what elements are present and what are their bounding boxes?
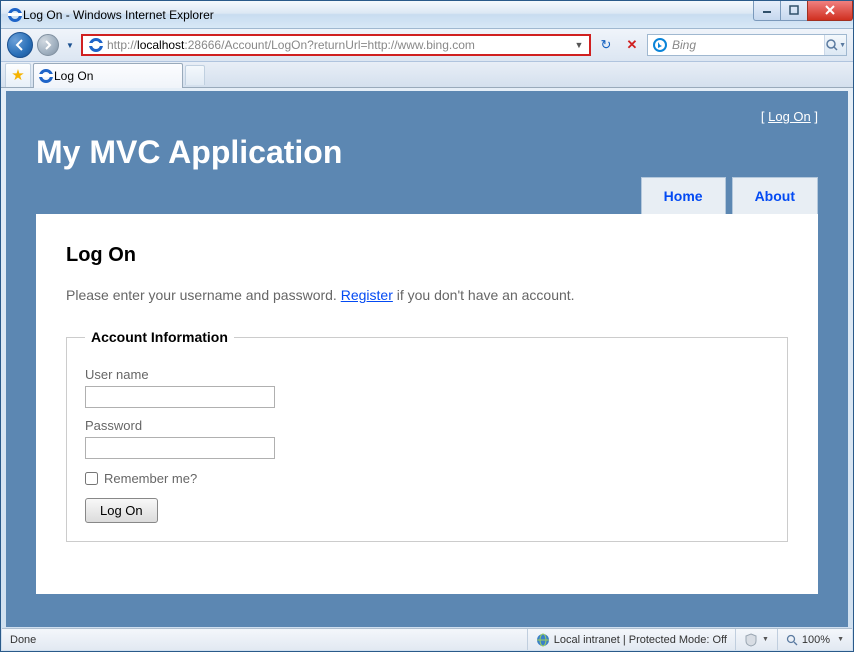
arrow-right-icon: [43, 40, 53, 50]
url-host: localhost: [137, 38, 184, 52]
bracket-close: ]: [811, 109, 818, 124]
chevron-down-icon: ▼: [762, 636, 769, 643]
chevron-down-icon: ▼: [839, 42, 846, 49]
password-label: Password: [85, 418, 769, 433]
url-text: http://localhost:28666/Account/LogOn?ret…: [107, 38, 571, 52]
remember-label: Remember me?: [104, 471, 197, 486]
minimize-icon: [762, 5, 772, 15]
remember-row: Remember me?: [85, 471, 769, 486]
search-go-button[interactable]: ▼: [824, 35, 846, 55]
page-heading: Log On: [66, 244, 788, 267]
maximize-button[interactable]: [780, 1, 808, 21]
bing-icon: [652, 37, 668, 53]
ie-icon: [7, 7, 23, 23]
back-button[interactable]: [7, 32, 33, 58]
account-fieldset: Account Information User name Password R…: [66, 329, 788, 542]
tab-title: Log On: [54, 69, 93, 83]
status-bar: Done Local intranet | Protected Mode: Of…: [2, 628, 852, 650]
new-tab-button[interactable]: [185, 65, 205, 85]
close-button[interactable]: [807, 1, 853, 21]
magnifier-icon: [825, 38, 838, 52]
register-link[interactable]: Register: [341, 287, 393, 303]
page-content: [ Log On ] My MVC Application Home About…: [6, 91, 848, 624]
zoom-text: 100%: [802, 634, 830, 646]
instruction-pre: Please enter your username and password.: [66, 287, 341, 303]
instruction-post: if you don't have an account.: [393, 287, 575, 303]
refresh-button[interactable]: ↻: [595, 34, 617, 56]
nav-menu: Home About: [36, 177, 818, 214]
favorites-button[interactable]: ★: [5, 63, 31, 87]
nav-history-dropdown[interactable]: ▼: [63, 34, 77, 56]
window-title: Log On - Windows Internet Explorer: [23, 8, 754, 22]
logon-link[interactable]: Log On: [768, 109, 811, 124]
nav-home[interactable]: Home: [641, 177, 726, 214]
magnifier-icon: [786, 634, 798, 646]
security-zone[interactable]: Local intranet | Protected Mode: Off: [527, 629, 735, 650]
browser-window: Log On - Windows Internet Explorer ▼ htt…: [0, 0, 854, 652]
refresh-icon: ↻: [601, 37, 612, 53]
status-left-text: Done: [10, 634, 36, 646]
submit-button[interactable]: Log On: [85, 498, 158, 523]
star-icon: ★: [11, 68, 24, 83]
site-title: My MVC Application: [36, 134, 818, 171]
maximize-icon: [789, 5, 799, 15]
zone-text: Local intranet | Protected Mode: Off: [554, 634, 727, 646]
username-label: User name: [85, 367, 769, 382]
minimize-button[interactable]: [753, 1, 781, 21]
shield-icon: [744, 633, 758, 647]
forward-button[interactable]: [37, 34, 59, 56]
instruction-text: Please enter your username and password.…: [66, 287, 788, 303]
globe-icon: [536, 633, 550, 647]
stop-button[interactable]: ✕: [621, 34, 643, 56]
url-path: :28666/Account/LogOn?returnUrl=http://ww…: [184, 38, 475, 52]
logon-link-wrap: [ Log On ]: [761, 109, 818, 124]
remember-checkbox[interactable]: [85, 472, 98, 485]
page-icon: [88, 37, 104, 53]
nav-about[interactable]: About: [732, 177, 818, 214]
username-row: User name: [85, 367, 769, 408]
address-dropdown-icon[interactable]: ▼: [571, 40, 587, 50]
titlebar: Log On - Windows Internet Explorer: [1, 1, 853, 29]
zoom-control[interactable]: 100% ▼: [777, 629, 852, 650]
status-text: Done: [2, 629, 527, 650]
chevron-down-icon: ▼: [837, 636, 844, 643]
nav-toolbar: ▼ http://localhost:28666/Account/LogOn?r…: [1, 29, 853, 62]
fieldset-legend: Account Information: [85, 329, 234, 345]
search-placeholder: Bing: [672, 38, 824, 52]
stop-icon: ✕: [627, 37, 638, 53]
arrow-left-icon: [14, 39, 26, 51]
close-icon: [824, 5, 836, 15]
tab-page-icon: [38, 68, 54, 84]
browser-tab[interactable]: Log On: [33, 63, 183, 88]
password-input[interactable]: [85, 437, 275, 459]
main-panel: Log On Please enter your username and pa…: [36, 214, 818, 594]
status-spacer[interactable]: ▼: [735, 629, 777, 650]
tab-bar: ★ Log On: [1, 62, 853, 88]
url-scheme: http://: [107, 38, 137, 52]
address-bar[interactable]: http://localhost:28666/Account/LogOn?ret…: [81, 34, 591, 56]
search-box[interactable]: Bing ▼: [647, 34, 847, 56]
window-controls: [754, 1, 853, 21]
page-viewport: [ Log On ] My MVC Application Home About…: [6, 91, 848, 627]
password-row: Password: [85, 418, 769, 459]
login-status-row: [ Log On ]: [36, 105, 818, 134]
username-input[interactable]: [85, 386, 275, 408]
